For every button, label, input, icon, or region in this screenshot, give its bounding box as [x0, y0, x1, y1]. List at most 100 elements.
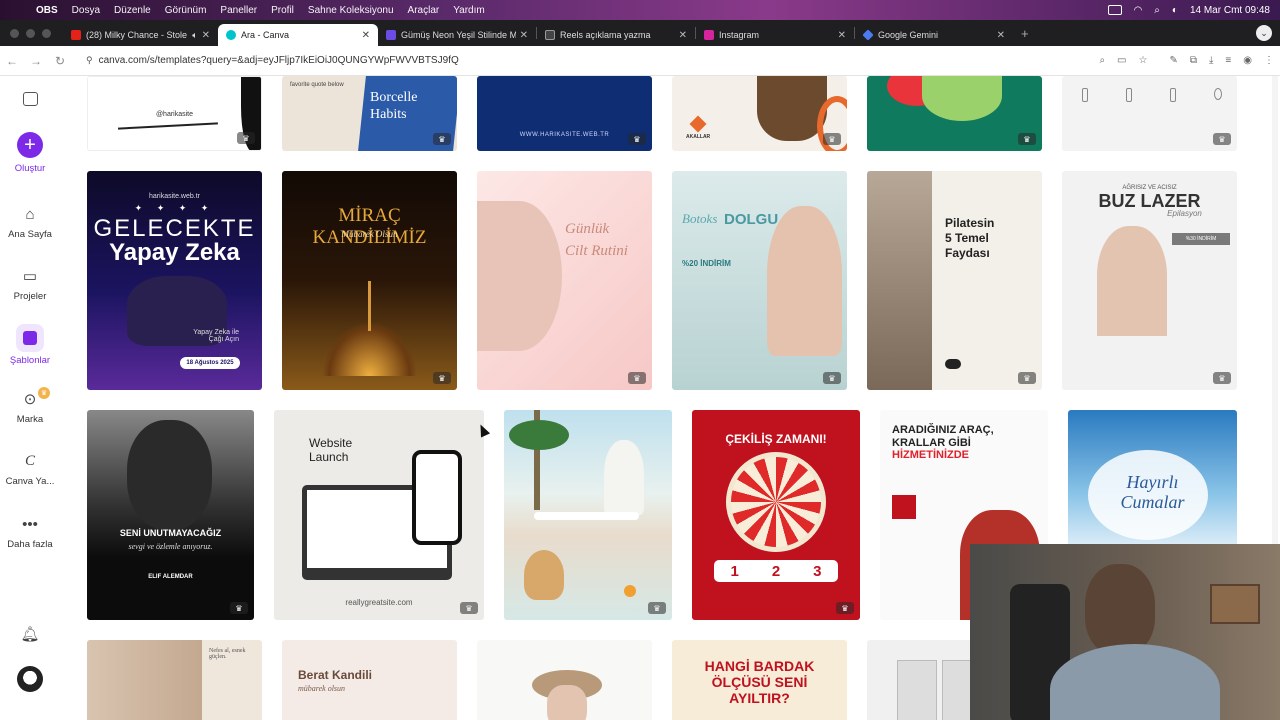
control-center-icon[interactable]: ◐ [1172, 5, 1178, 16]
sidebar-item-projects[interactable]: ▭ Projeler [0, 266, 60, 302]
template-card[interactable]: Berat Kandili mübarek olsun [282, 640, 457, 720]
tab-canva-design[interactable]: Gümüş Neon Yeşil Stilinde M ✕ [378, 24, 536, 46]
template-card[interactable]: WWW.HARIKASITE.WEB.TR ♛ [477, 76, 652, 151]
template-text: harikasite.web.tr [149, 193, 200, 200]
profile-icon[interactable]: ◉ [1243, 55, 1252, 66]
template-text: %20 İNDİRİM [682, 259, 731, 268]
screen-mirroring-icon[interactable] [1107, 5, 1122, 15]
sidebar-item-canva-ai[interactable]: C Canva Ya... [0, 451, 60, 488]
sidebar-item-more[interactable]: ••• Daha fazla [0, 514, 60, 551]
template-card[interactable]: Nefes al, esnek güçlen. [87, 640, 262, 720]
menubar-app-name[interactable]: OBS [36, 5, 58, 16]
forward-icon[interactable]: → [24, 54, 48, 68]
sidebar-item-brand[interactable]: ⊙ ♛ Marka [0, 387, 60, 425]
template-card[interactable]: Website Launch reallygreatsite.com ♛ [274, 410, 484, 620]
template-card[interactable]: HANGİ BARDAK ÖLÇÜSÜ SENİ AYILTIR? [672, 640, 847, 720]
template-card[interactable]: MİRAÇ KANDİLİMİZ Mübarek Olsun ♛ [282, 171, 457, 390]
puzzle-icon[interactable]: ⧉ [1190, 55, 1197, 66]
menu-yardim[interactable]: Yardım [453, 5, 485, 16]
template-card[interactable]: ÇEKİLİŞ ZAMANI! 123 ♛ [692, 410, 860, 620]
wifi-icon[interactable]: ◠ [1134, 5, 1143, 16]
template-card[interactable]: @harikasite ♛ [87, 76, 262, 151]
menu-duzenle[interactable]: Düzenle [114, 5, 151, 16]
template-text: favorite quote below [290, 82, 344, 88]
premium-crown-icon[interactable]: ♛ [433, 372, 451, 384]
prize-wheel [726, 452, 826, 552]
premium-crown-icon[interactable]: ♛ [433, 133, 451, 145]
premium-crown-icon[interactable]: ♛ [1018, 133, 1036, 145]
menu-araclar[interactable]: Araçlar [408, 5, 440, 16]
premium-crown-icon[interactable]: ♛ [628, 372, 646, 384]
premium-crown-icon[interactable]: ♛ [1213, 133, 1231, 145]
avatar[interactable] [17, 666, 43, 692]
template-card[interactable]: ♛ [1062, 76, 1237, 151]
template-text: Nefes al, esnek güçlen. [209, 648, 246, 660]
tab-title: Instagram [719, 30, 760, 40]
template-card[interactable]: Botoks DOLGU %20 İNDİRİM ♛ [672, 171, 847, 390]
zoom-icon[interactable]: ⌕ [1099, 55, 1105, 66]
menu-sahne-koleksiyonu[interactable]: Sahne Koleksiyonu [308, 5, 394, 16]
tab-instagram[interactable]: Instagram ✕ [696, 24, 854, 46]
close-tab-icon[interactable]: ✕ [202, 30, 210, 41]
sidebar-item-create[interactable]: + Oluştur [0, 132, 60, 174]
tab-youtube[interactable]: (28) Milky Chance - Stole 🔈︎ ✕ [63, 24, 218, 46]
close-tab-icon[interactable]: ✕ [520, 30, 528, 41]
menu-profil[interactable]: Profil [271, 5, 294, 16]
template-card[interactable] [477, 640, 652, 720]
template-card[interactable]: favorite quote below Borcelle Habits ♛ [282, 76, 457, 151]
premium-crown-icon[interactable]: ♛ [1213, 372, 1231, 384]
reload-icon[interactable]: ↻ [48, 54, 72, 68]
template-card[interactable]: AĞRISIZ VE ACISIZ BUZ LAZER Epilasyon %3… [1062, 171, 1237, 390]
menu-dosya[interactable]: Dosya [72, 5, 100, 16]
zoom-window-icon[interactable] [42, 28, 51, 38]
menu-paneller[interactable]: Paneller [220, 5, 257, 16]
premium-crown-icon[interactable]: ♛ [460, 602, 478, 614]
premium-crown-icon[interactable]: ♛ [230, 602, 248, 614]
sidebar-toggle[interactable] [0, 92, 60, 111]
url-field[interactable]: ⚲ canva.com/s/templates?query=&adj=eyJFl… [78, 50, 1093, 72]
premium-crown-icon[interactable]: ♛ [823, 133, 841, 145]
sidebar-item-notifications[interactable]: 🔔︎ [0, 624, 60, 649]
premium-crown-icon[interactable]: ♛ [237, 132, 255, 144]
template-card[interactable]: ♛ [504, 410, 672, 620]
tab-search-icon[interactable]: ⌄ [1256, 25, 1272, 41]
close-window-icon[interactable] [10, 28, 19, 38]
tab-reels[interactable]: Reels açıklama yazma ✕ [537, 24, 695, 46]
minimize-window-icon[interactable] [26, 28, 35, 38]
premium-crown-icon[interactable]: ♛ [1018, 372, 1036, 384]
reading-list-icon[interactable]: ≡ [1225, 55, 1231, 66]
template-card[interactable]: AKALLAR ♛ [672, 76, 847, 151]
template-card[interactable]: Pilatesin 5 Temel Faydası ♛ [867, 171, 1042, 390]
tab-gemini[interactable]: Google Gemini ✕ [855, 24, 1013, 46]
premium-crown-icon[interactable]: ♛ [628, 133, 646, 145]
template-card[interactable]: SENİ UNUTMAYACAĞIZ sevgi ve özlemle anıy… [87, 410, 254, 620]
install-app-icon[interactable]: ▭ [1117, 55, 1126, 66]
close-tab-icon[interactable]: ✕ [679, 30, 687, 41]
close-tab-icon[interactable]: ✕ [362, 30, 370, 41]
audio-playing-icon[interactable]: 🔈︎ [192, 30, 197, 41]
premium-crown-icon[interactable]: ♛ [823, 372, 841, 384]
tab-canva[interactable]: Ara - Canva ✕ [218, 24, 378, 46]
download-icon[interactable]: ⤓ [1209, 55, 1213, 66]
browser-menu-icon[interactable]: ⋮ [1264, 55, 1274, 66]
search-icon[interactable]: ⌕ [1154, 5, 1160, 16]
back-icon[interactable]: ← [0, 54, 24, 68]
extension-icon[interactable]: ✎ [1169, 55, 1177, 66]
tab-title: Google Gemini [878, 30, 939, 40]
menubar-datetime[interactable]: 14 Mar Cmt 09:48 [1190, 5, 1270, 16]
premium-crown-icon[interactable]: ♛ [648, 602, 666, 614]
template-card[interactable]: harikasite.web.tr ✦ ✦ ✦ ✦ GELECEKTE Yapa… [87, 171, 262, 390]
bell-icon: 🔔︎ [20, 626, 40, 643]
sidebar-item-home[interactable]: ⌂ Ana Sayfa [0, 204, 60, 241]
new-tab-button[interactable]: + [1021, 26, 1029, 41]
close-tab-icon[interactable]: ✕ [838, 30, 846, 41]
bookmark-star-icon[interactable]: ☆ [1139, 55, 1148, 66]
template-card[interactable]: ♛ [867, 76, 1042, 151]
menu-gorunum[interactable]: Görünüm [165, 5, 207, 16]
sidebar-item-templates[interactable]: Şablonlar [0, 324, 60, 366]
template-card[interactable]: Günlük Cilt Rutini ♛ [477, 171, 652, 390]
window-controls [0, 28, 63, 38]
close-tab-icon[interactable]: ✕ [997, 30, 1005, 41]
site-info-icon[interactable]: ⚲ [86, 55, 93, 66]
premium-crown-icon[interactable]: ♛ [836, 602, 854, 614]
